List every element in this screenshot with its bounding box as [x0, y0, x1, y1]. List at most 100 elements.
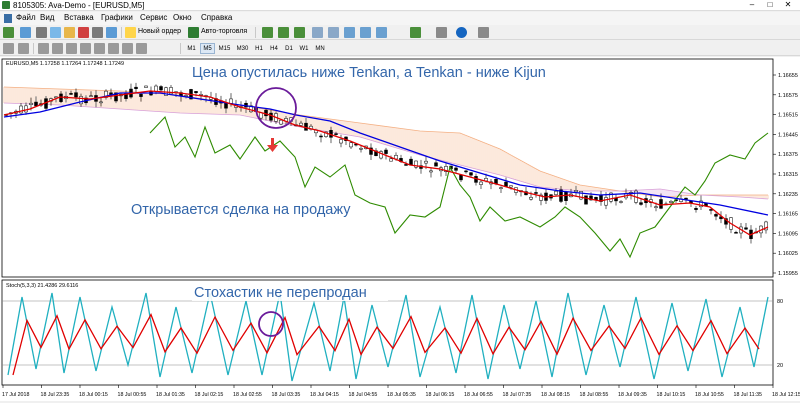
candle-body [574, 190, 578, 193]
timeframe-w1[interactable]: W1 [297, 43, 311, 54]
indicators-icon[interactable] [410, 27, 421, 38]
candle-body [269, 112, 273, 121]
candle-body [424, 160, 428, 164]
timeframe-h4[interactable]: H4 [267, 43, 281, 54]
menu-window[interactable]: Окно [173, 13, 192, 22]
time-label: 18 Jul 10:15 [657, 392, 686, 398]
time-label: 18 Jul 09:35 [618, 392, 647, 398]
menu-tools[interactable]: Сервис [140, 13, 167, 22]
candle-body [279, 119, 283, 125]
text-icon[interactable] [108, 43, 119, 54]
menu-insert[interactable]: Вставка [64, 13, 94, 22]
candlestick-icon[interactable] [278, 27, 289, 38]
price-label: 1.16315 [778, 172, 798, 178]
time-label: 18 Jul 10:55 [695, 392, 724, 398]
candle-body [654, 206, 658, 208]
candle-body [59, 93, 63, 102]
price-label: 1.16165 [778, 212, 798, 218]
bar-chart-icon[interactable] [262, 27, 273, 38]
time-label: 18 Jul 00:15 [79, 392, 108, 398]
timeframe-m5[interactable]: M5 [200, 43, 215, 54]
profiles-icon[interactable] [20, 27, 31, 38]
vertical-line-icon[interactable] [38, 43, 49, 54]
autotrading-button[interactable]: Авто-торговля [201, 28, 247, 35]
candle-body [534, 192, 538, 194]
terminal-icon[interactable] [78, 27, 89, 38]
time-label: 18 Jul 02:55 [233, 392, 262, 398]
label-icon[interactable] [122, 43, 133, 54]
tile-windows-icon[interactable] [344, 27, 355, 38]
timeframe-d1[interactable]: D1 [282, 43, 296, 54]
timeframe-m15[interactable]: M15 [216, 43, 233, 54]
time-label: 18 Jul 06:15 [426, 392, 455, 398]
options-icon[interactable] [478, 27, 489, 38]
zoom-in-icon[interactable] [312, 27, 323, 38]
price-label: 1.16025 [778, 251, 798, 257]
candle-body [404, 164, 408, 166]
candle-body [734, 232, 738, 234]
chart-shift-icon[interactable] [376, 27, 387, 38]
zoom-out-icon[interactable] [328, 27, 339, 38]
minimize-button[interactable]: – [744, 0, 760, 10]
chart-canvas[interactable]: EURUSD,M5 1.17258 1.17264 1.17248 1.1724… [0, 57, 800, 401]
candle-body [509, 185, 513, 188]
channel-icon[interactable] [80, 43, 91, 54]
app-icon [2, 1, 10, 9]
candle-body [584, 195, 588, 205]
price-label: 1.16445 [778, 132, 798, 138]
candle-body [194, 91, 198, 94]
timeframe-m1[interactable]: M1 [184, 43, 199, 54]
new-order-icon[interactable] [125, 27, 136, 38]
candle-body [229, 98, 233, 104]
menu-view[interactable]: Вид [40, 13, 54, 22]
annotation-mid: Открывается сделка на продажу [131, 202, 351, 218]
trendline-icon[interactable] [66, 43, 77, 54]
autotrading-icon[interactable] [188, 27, 199, 38]
window-title: 8105305: Ava-Demo - [EURUSD,M5] [13, 1, 145, 10]
stoch-info: Stoch(5,3,3) 21.4286 29.6116 [6, 283, 78, 289]
chart-icon[interactable] [4, 14, 12, 23]
search-icon[interactable] [106, 27, 117, 38]
price-label: 1.16375 [778, 152, 798, 158]
autoscroll-icon[interactable] [360, 27, 371, 38]
close-button[interactable]: ✕ [780, 0, 796, 10]
line-chart-icon[interactable] [294, 27, 305, 38]
candle-body [359, 148, 363, 150]
timeframe-h1[interactable]: H1 [252, 43, 266, 54]
data-window-icon[interactable] [50, 27, 61, 38]
stoch-level-label-80: 80 [777, 299, 783, 305]
main-chart-info: EURUSD,M5 1.17258 1.17264 1.17248 1.1724… [6, 61, 124, 67]
new-order-button[interactable]: Новый ордер [138, 28, 181, 35]
tester-icon[interactable] [92, 27, 103, 38]
timeframe-mn[interactable]: MN [312, 43, 328, 54]
candle-body [639, 202, 643, 205]
toolbar-separator [180, 43, 181, 54]
chart-window[interactable]: EURUSD,M5 1.17258 1.17264 1.17248 1.1724… [0, 57, 800, 401]
price-label: 1.16515 [778, 113, 798, 119]
candle-body [339, 139, 343, 144]
candle-body [554, 190, 558, 195]
horizontal-line-icon[interactable] [52, 43, 63, 54]
periods-icon[interactable] [436, 27, 447, 38]
candle-body [529, 196, 533, 200]
market-watch-icon[interactable] [36, 27, 47, 38]
menu-file[interactable]: Файл [16, 13, 36, 22]
fibonacci-icon[interactable] [94, 43, 105, 54]
price-label: 1.15955 [778, 271, 798, 277]
crosshair-icon[interactable] [18, 43, 29, 54]
candle-body [89, 95, 93, 97]
navigator-icon[interactable] [64, 27, 75, 38]
candle-body [69, 93, 73, 95]
new-chart-icon[interactable] [3, 27, 14, 38]
arrows-icon[interactable] [136, 43, 147, 54]
maximize-button[interactable]: □ [762, 0, 778, 10]
candle-body [669, 201, 673, 203]
time-label: 18 Jul 08:55 [580, 392, 609, 398]
candle-body [504, 181, 508, 187]
cursor-icon[interactable] [3, 43, 14, 54]
menu-charts[interactable]: Графики [101, 13, 133, 22]
timeframe-m30[interactable]: M30 [234, 43, 251, 54]
templates-icon[interactable] [456, 27, 467, 38]
menu-help[interactable]: Справка [201, 13, 232, 22]
time-label: 18 Jul 07:35 [503, 392, 532, 398]
